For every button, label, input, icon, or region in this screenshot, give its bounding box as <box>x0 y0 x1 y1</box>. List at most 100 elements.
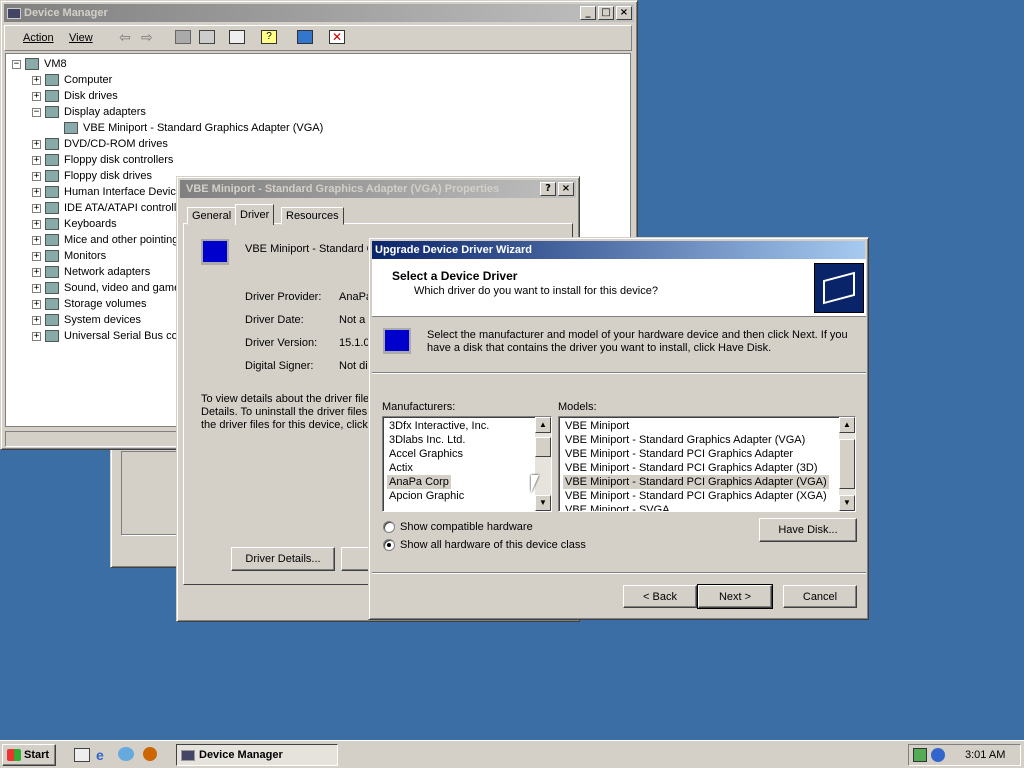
tree-category[interactable]: + Monitors <box>32 248 106 264</box>
collapse-icon[interactable]: − <box>32 107 41 117</box>
model-item[interactable]: VBE Miniport - Standard Graphics Adapter… <box>563 433 807 447</box>
have-disk-button[interactable]: Have Disk... <box>759 518 857 542</box>
maximize-button[interactable]: □ <box>598 6 614 20</box>
expand-icon[interactable]: + <box>32 299 41 309</box>
model-item[interactable]: VBE Miniport - SVGA <box>563 503 672 511</box>
menu-action[interactable]: Action <box>23 32 54 44</box>
taskbar-device-manager[interactable]: Device Manager <box>176 744 338 766</box>
tab-general[interactable]: General <box>187 207 237 225</box>
scroll-up-icon[interactable]: ▲ <box>839 417 855 433</box>
back-button[interactable]: < Back <box>623 585 697 608</box>
driver-details-button[interactable]: Driver Details... <box>231 547 335 571</box>
radio-compatible-label[interactable]: Show compatible hardware <box>400 521 533 533</box>
tree-child-item[interactable]: VBE Miniport - Standard Graphics Adapter… <box>64 120 323 136</box>
minimize-button[interactable]: _ <box>580 6 596 20</box>
manufacturers-list[interactable]: 3Dfx Interactive, Inc. 3Dlabs Inc. Ltd. Ac… <box>382 416 552 512</box>
manufacturer-item[interactable]: Accel Graphics <box>387 447 465 461</box>
properties-titlebar[interactable]: VBE Miniport - Standard Graphics Adapter… <box>180 180 576 198</box>
uninstall-icon[interactable]: ✕ <box>329 30 345 44</box>
tree-category[interactable]: + Sound, video and game <box>32 280 180 296</box>
tree-category[interactable]: + IDE ATA/ATAPI controll <box>32 200 176 216</box>
tree-root[interactable]: − VM8 <box>12 56 67 72</box>
expand-icon[interactable]: + <box>32 139 41 149</box>
tree-category[interactable]: + Universal Serial Bus con <box>32 328 184 344</box>
ie-icon[interactable]: e <box>96 747 104 763</box>
tree-category[interactable]: + Disk drives <box>32 88 118 104</box>
radio-compatible-hardware[interactable] <box>383 521 395 533</box>
expand-icon[interactable]: + <box>32 91 41 101</box>
manufacturer-item[interactable]: Actix <box>387 461 415 475</box>
manufacturer-item[interactable]: 3Dfx Interactive, Inc. <box>387 419 491 433</box>
folder-icon[interactable] <box>175 30 191 44</box>
menu-view[interactable]: View <box>69 32 93 44</box>
explorer-icon[interactable] <box>118 747 134 761</box>
vertical-scrollbar[interactable]: ▲ ▼ <box>839 417 855 511</box>
expand-icon[interactable]: + <box>32 203 41 213</box>
expand-icon[interactable]: + <box>32 187 41 197</box>
expand-icon[interactable]: + <box>32 235 41 245</box>
network-tray-icon[interactable] <box>913 748 927 762</box>
tree-category[interactable]: + System devices <box>32 312 141 328</box>
radio-all-hardware[interactable] <box>383 539 395 551</box>
media-player-icon[interactable] <box>143 747 157 761</box>
back-arrow-icon[interactable]: ⇦ <box>119 29 131 46</box>
scroll-down-icon[interactable]: ▼ <box>839 495 855 511</box>
model-item[interactable]: VBE Miniport - Standard PCI Graphics Ada… <box>563 461 820 475</box>
field-label: Driver Date: <box>245 314 304 326</box>
scroll-up-icon[interactable]: ▲ <box>535 417 551 433</box>
tree-category[interactable]: + Network adapters <box>32 264 150 280</box>
show-desktop-icon[interactable] <box>74 748 90 762</box>
properties-close-button[interactable]: × <box>558 182 574 196</box>
view-icon[interactable] <box>199 30 215 44</box>
model-item[interactable]: VBE Miniport - Standard PCI Graphics Ada… <box>563 475 829 489</box>
scroll-down-icon[interactable]: ▼ <box>535 495 551 511</box>
manufacturer-item[interactable]: Apcion Graphic <box>387 489 466 503</box>
expand-icon[interactable]: + <box>32 171 41 181</box>
instruction-line-2: have a disk that contains the driver you… <box>427 342 772 354</box>
expand-icon[interactable]: + <box>32 75 41 85</box>
monitor-icon <box>201 239 229 265</box>
model-item[interactable]: VBE Miniport <box>563 419 631 433</box>
tree-category[interactable]: + Storage volumes <box>32 296 147 312</box>
expand-icon[interactable]: + <box>32 283 41 293</box>
properties-title: VBE Miniport - Standard Graphics Adapter… <box>186 183 500 195</box>
manufacturer-item[interactable]: AnaPa Corp <box>387 475 451 489</box>
tree-category[interactable]: − Display adapters <box>32 104 146 120</box>
forward-arrow-icon[interactable]: ⇨ <box>141 29 153 46</box>
expand-icon[interactable]: + <box>32 155 41 165</box>
cancel-button[interactable]: Cancel <box>783 585 857 608</box>
expand-icon[interactable]: + <box>32 251 41 261</box>
tree-category[interactable]: + Keyboards <box>32 216 117 232</box>
globe-tray-icon[interactable] <box>931 748 945 762</box>
models-list[interactable]: VBE Miniport VBE Miniport - Standard Grap… <box>558 416 856 512</box>
tree-category[interactable]: + Human Interface Devic <box>32 184 176 200</box>
tree-category[interactable]: + Mice and other pointing <box>32 232 178 248</box>
close-button[interactable]: × <box>616 6 632 20</box>
tab-resources[interactable]: Resources <box>281 207 344 225</box>
tree-category[interactable]: + Computer <box>32 72 112 88</box>
expand-icon[interactable]: + <box>32 315 41 325</box>
help-icon[interactable]: ? <box>261 30 277 44</box>
scroll-thumb[interactable] <box>839 439 855 489</box>
model-item[interactable]: VBE Miniport - Standard PCI Graphics Ada… <box>563 489 829 503</box>
expand-icon[interactable]: + <box>32 219 41 229</box>
help-button[interactable]: ? <box>540 182 556 196</box>
radio-all-label[interactable]: Show all hardware of this device class <box>400 539 586 551</box>
next-button[interactable]: Next > <box>697 584 773 609</box>
vertical-scrollbar[interactable]: ▲ ▼ <box>535 417 551 511</box>
scroll-thumb[interactable] <box>535 437 551 457</box>
properties-icon[interactable] <box>229 30 245 44</box>
expand-icon[interactable]: + <box>32 331 41 341</box>
model-item[interactable]: VBE Miniport - Standard PCI Graphics Ada… <box>563 447 795 461</box>
tree-category[interactable]: + Floppy disk drives <box>32 168 152 184</box>
scan-hardware-icon[interactable] <box>297 30 313 44</box>
wizard-titlebar[interactable]: Upgrade Device Driver Wizard <box>372 241 865 259</box>
tree-category[interactable]: + DVD/CD-ROM drives <box>32 136 168 152</box>
start-button[interactable]: Start <box>2 744 56 766</box>
expand-icon[interactable]: + <box>32 267 41 277</box>
tree-category[interactable]: + Floppy disk controllers <box>32 152 173 168</box>
manufacturer-item[interactable]: 3Dlabs Inc. Ltd. <box>387 433 467 447</box>
tab-driver[interactable]: Driver <box>235 204 275 225</box>
device-manager-titlebar[interactable]: Device Manager _ □ × <box>4 4 634 22</box>
collapse-icon[interactable]: − <box>12 59 21 69</box>
